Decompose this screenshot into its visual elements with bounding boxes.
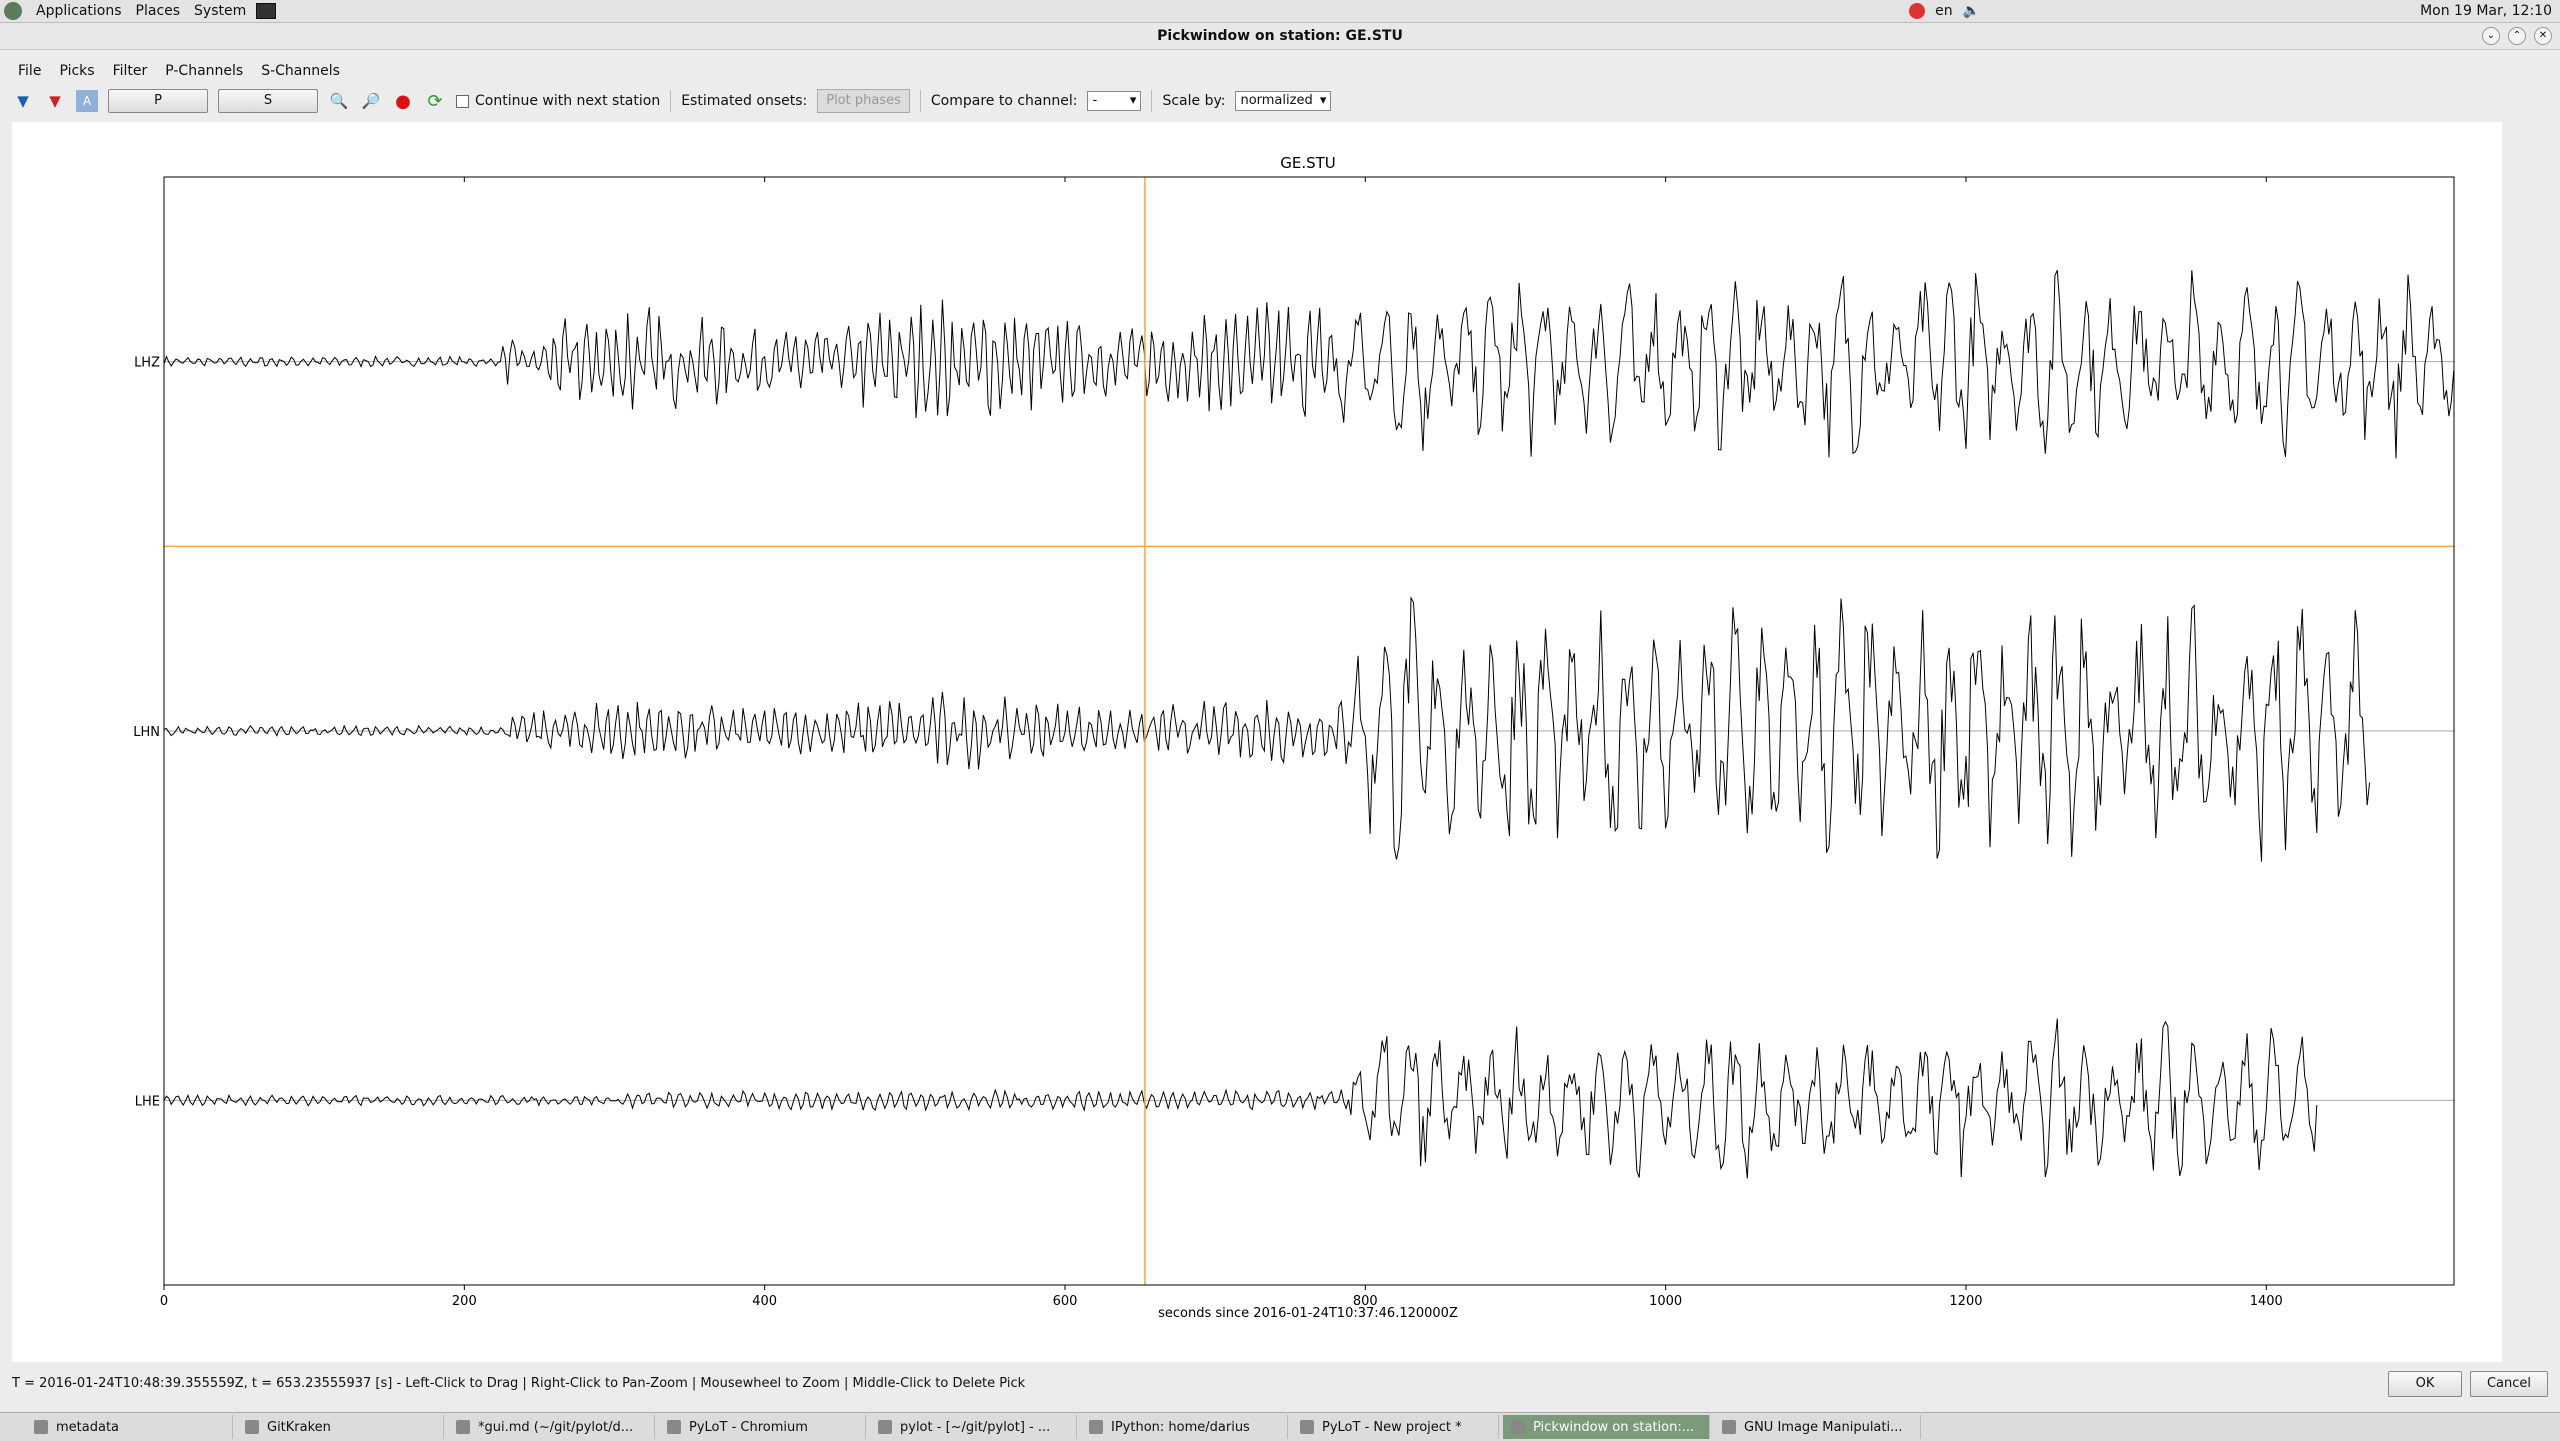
zoom-icon[interactable]: 🔍	[328, 90, 350, 112]
app-icon	[667, 1420, 681, 1434]
taskbar-item-label: *gui.md (~/git/pylot/d...	[478, 1419, 634, 1435]
toolbar-separator	[1151, 90, 1153, 112]
delete-picks-icon[interactable]: ●	[392, 90, 414, 112]
reset-zoom-icon[interactable]: 🔎	[360, 90, 382, 112]
ok-button[interactable]: OK	[2388, 1371, 2462, 1397]
app-icon	[1722, 1420, 1736, 1434]
toolbar-separator	[670, 90, 672, 112]
continue-label: Continue with next station	[475, 93, 661, 109]
menu-filter[interactable]: Filter	[113, 63, 148, 79]
taskbar-item-label: pylot - [~/git/pylot] - ...	[900, 1419, 1051, 1435]
taskbar-item-label: Pickwindow on station:...	[1533, 1419, 1695, 1435]
estimated-onsets-label: Estimated onsets:	[681, 93, 808, 109]
refresh-icon[interactable]: ⟳	[424, 90, 446, 112]
app-icon	[1089, 1420, 1103, 1434]
taskbar-item[interactable]: PyLoT - Chromium	[659, 1415, 866, 1439]
menu-s-channels[interactable]: S-Channels	[261, 63, 340, 79]
menu-system[interactable]: System	[194, 3, 246, 19]
x-tick-label: 600	[1053, 1294, 1078, 1309]
seismogram-plot[interactable]: GE.STU LHZLHNLHE 0 200 400 600 800 1000 1200 14…	[12, 122, 2502, 1362]
x-tick-label: 1400	[2250, 1294, 2283, 1309]
channel-label-lhe: LHE	[135, 1094, 160, 1109]
app-icon	[456, 1420, 470, 1434]
scale-select[interactable]: normalized ▾	[1235, 91, 1332, 111]
minimize-icon[interactable]: ⌄	[2482, 27, 2500, 45]
cancel-button[interactable]: Cancel	[2470, 1371, 2548, 1397]
plot-phases-button[interactable]: Plot phases	[817, 89, 910, 113]
menu-applications[interactable]: Applications	[36, 3, 122, 19]
filter-p-icon[interactable]: ▼	[12, 90, 34, 112]
menu-picks[interactable]: Picks	[59, 63, 94, 79]
p-pick-button[interactable]: P	[108, 89, 208, 113]
distro-logo-icon[interactable]	[4, 2, 22, 20]
app-icon	[878, 1420, 892, 1434]
channel-label-lhz: LHZ	[134, 356, 160, 371]
continue-checkbox[interactable]	[456, 94, 469, 108]
compare-value: -	[1092, 93, 1098, 108]
app-icon	[34, 1420, 48, 1434]
toolbar: ▼ ▼ A P S 🔍 🔎 ● ⟳ Continue with next sta…	[12, 86, 2502, 116]
terminal-icon[interactable]	[256, 3, 277, 19]
taskbar-item-label: PyLoT - Chromium	[689, 1419, 808, 1435]
s-pick-button[interactable]: S	[218, 89, 318, 113]
menubar: File Picks Filter P-Channels S-Channels	[0, 60, 2560, 82]
taskbar-item[interactable]: IPython: home/darius	[1081, 1415, 1288, 1439]
status-bar: T = 2016-01-24T10:48:39.355559Z, t = 653…	[12, 1376, 1026, 1391]
show-desktop-icon[interactable]	[4, 1418, 22, 1436]
auto-scale-icon[interactable]: A	[76, 90, 98, 112]
taskbar-item[interactable]: pylot - [~/git/pylot] - ...	[870, 1415, 1077, 1439]
scale-value: normalized	[1240, 93, 1313, 108]
taskbar: metadata GitKraken *gui.md (~/git/pylot/d.…	[0, 1412, 2560, 1441]
menu-places[interactable]: Places	[136, 3, 181, 19]
compare-label: Compare to channel:	[930, 93, 1078, 109]
taskbar-item[interactable]: *gui.md (~/git/pylot/d...	[448, 1415, 655, 1439]
window-titlebar: Pickwindow on station: GE.STU ⌄ ⌃ ✕	[0, 23, 2560, 50]
channel-label-lhn: LHN	[133, 725, 160, 740]
maximize-icon[interactable]: ⌃	[2508, 27, 2526, 45]
taskbar-item-label: metadata	[56, 1419, 120, 1435]
menu-file[interactable]: File	[18, 63, 41, 79]
taskbar-item-label: IPython: home/darius	[1111, 1419, 1250, 1435]
window-controls: ⌄ ⌃ ✕	[2482, 27, 2552, 45]
volume-icon[interactable]: 🔈	[1963, 3, 1980, 19]
taskbar-item-label: GitKraken	[267, 1419, 331, 1435]
x-tick-label: 1000	[1649, 1294, 1682, 1309]
app-icon	[1300, 1420, 1314, 1434]
taskbar-item[interactable]: Pickwindow on station:...	[1503, 1415, 1710, 1439]
app-icon	[245, 1420, 259, 1434]
x-tick-label: 1200	[1949, 1294, 1982, 1309]
filter-s-icon[interactable]: ▼	[44, 90, 66, 112]
compare-select[interactable]: - ▾	[1087, 91, 1142, 111]
trace-lhz	[163, 270, 2455, 459]
chevron-down-icon: ▾	[1319, 93, 1327, 108]
taskbar-item[interactable]: PyLoT - New project *	[1292, 1415, 1499, 1439]
chart-title: GE.STU	[1280, 154, 1336, 172]
language-indicator[interactable]: en	[1935, 3, 1953, 19]
top-panel: Applications Places System en 🔈 Mon 19 M…	[0, 0, 2560, 23]
taskbar-item-label: GNU Image Manipulati...	[1744, 1419, 1903, 1435]
menu-p-channels[interactable]: P-Channels	[165, 63, 243, 79]
toolbar-separator	[919, 90, 921, 112]
x-tick-label: 0	[160, 1294, 168, 1309]
update-icon[interactable]	[1909, 3, 1926, 19]
x-axis-label: seconds since 2016-01-24T10:37:46.120000…	[1158, 1306, 1458, 1321]
taskbar-item[interactable]: GNU Image Manipulati...	[1714, 1415, 1921, 1439]
close-icon[interactable]: ✕	[2534, 27, 2552, 45]
x-tick-label: 400	[752, 1294, 777, 1309]
taskbar-item-label: PyLoT - New project *	[1322, 1419, 1462, 1435]
window-title: Pickwindow on station: GE.STU	[1157, 28, 1403, 44]
taskbar-item[interactable]: GitKraken	[237, 1415, 444, 1439]
app-icon	[1511, 1420, 1525, 1434]
scale-label: Scale by:	[1162, 93, 1226, 109]
chevron-down-icon: ▾	[1129, 93, 1137, 108]
plot-canvas[interactable]: GE.STU LHZ LHN LHE 0 200 400 600 800 1000 1200 14…	[12, 122, 2502, 1362]
trace-lhe	[163, 1018, 2318, 1179]
x-tick-label: 200	[452, 1294, 477, 1309]
trace-lhn	[163, 596, 2371, 862]
taskbar-item[interactable]: metadata	[26, 1415, 233, 1439]
panel-tray: en 🔈 Mon 19 Mar, 12:10	[1909, 0, 2552, 22]
clock[interactable]: Mon 19 Mar, 12:10	[2420, 3, 2552, 19]
